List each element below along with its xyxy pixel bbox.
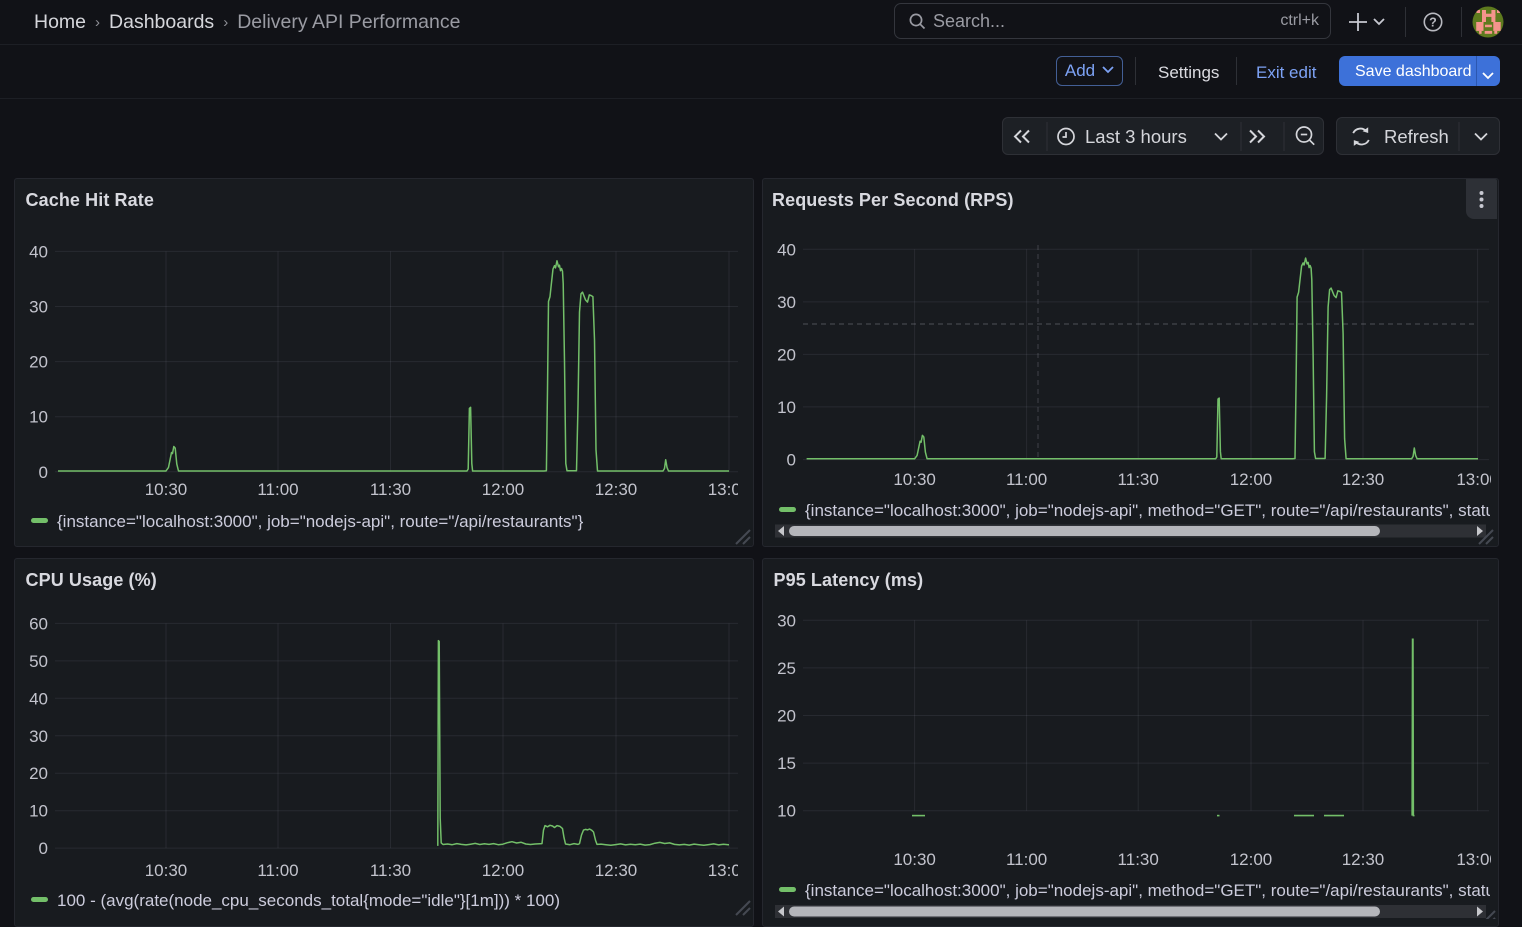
svg-text:?: ? — [1429, 16, 1437, 30]
